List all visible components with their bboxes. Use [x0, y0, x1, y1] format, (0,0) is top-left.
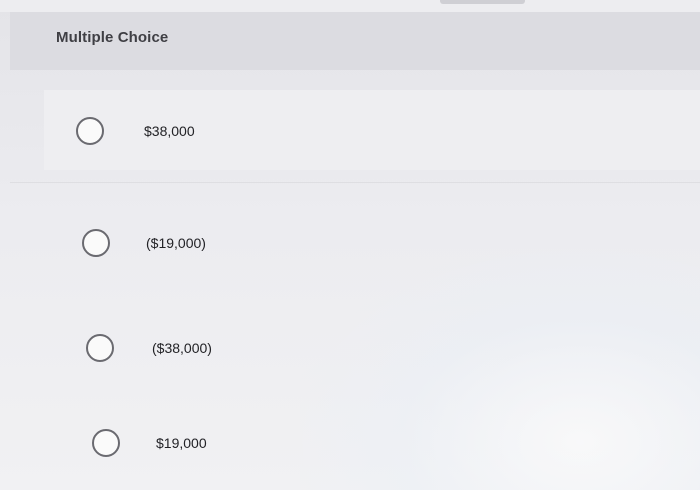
top-strip — [0, 0, 700, 12]
answer-option-label: ($38,000) — [152, 340, 212, 356]
quiz-screen: Multiple Choice $38,000 ($19,000) ($38,0… — [0, 0, 700, 490]
question-type-title: Multiple Choice — [56, 29, 169, 46]
answer-option-1[interactable]: $38,000 — [44, 90, 700, 170]
answer-option-label: ($19,000) — [146, 235, 206, 251]
answer-option-4[interactable]: $19,000 — [50, 400, 700, 480]
top-tab-edge — [440, 0, 525, 4]
option-divider — [10, 182, 700, 183]
radio-button-icon[interactable] — [92, 429, 120, 457]
answer-option-label: $19,000 — [156, 435, 207, 451]
question-header: Multiple Choice — [10, 12, 700, 70]
answer-option-2[interactable]: ($19,000) — [40, 200, 700, 280]
answer-option-3[interactable]: ($38,000) — [44, 305, 700, 385]
radio-button-icon[interactable] — [86, 334, 114, 362]
radio-button-icon[interactable] — [76, 117, 104, 145]
radio-button-icon[interactable] — [82, 229, 110, 257]
answer-option-label: $38,000 — [144, 123, 195, 139]
